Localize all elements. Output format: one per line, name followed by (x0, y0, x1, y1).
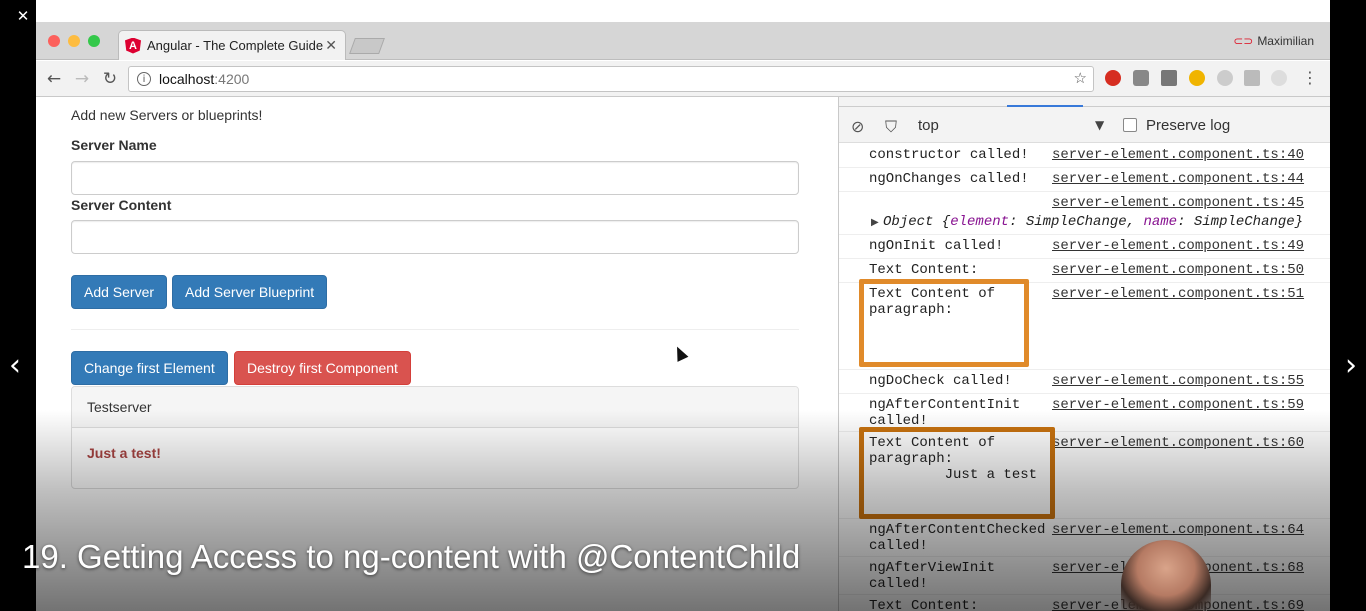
context-selector[interactable]: top (918, 117, 939, 134)
url-host: localhost (159, 71, 215, 87)
profile-icon: ⊂⊃ (1233, 34, 1254, 48)
browser-toolbar: ← → ↻ i localhost :4200 ☆ ⋮ (36, 61, 1330, 97)
vue-extension-icon[interactable] (1244, 70, 1260, 86)
console-row: ngAfterContentChecked called! server-ele… (839, 519, 1330, 557)
object-key: element (950, 214, 1010, 230)
server-name-input[interactable] (71, 161, 799, 195)
console-source-link[interactable]: server-element.component.ts:50 (1052, 262, 1304, 278)
devtools-panel: ⊘ ⛉ top ▼ Preserve log constructor calle… (838, 97, 1330, 611)
app-page: Add new Servers or blueprints! Server Na… (36, 97, 838, 611)
object-key: name (1143, 214, 1178, 230)
info-icon[interactable]: i (137, 72, 151, 86)
highlight-box (859, 427, 1055, 519)
devtools-tab-strip (839, 97, 1330, 107)
clear-console-icon[interactable]: ⊘ (851, 117, 864, 136)
add-server-blueprint-button[interactable]: Add Server Blueprint (172, 275, 328, 309)
add-server-button[interactable]: Add Server (71, 275, 168, 309)
mouse-cursor-icon (671, 344, 689, 362)
tab-close-icon[interactable]: ✕ (325, 37, 337, 54)
console-message: ngAfterContentInit called! (869, 397, 1021, 429)
back-arrow-icon[interactable]: ← (42, 67, 66, 91)
object-value: : SimpleChange} (1177, 214, 1304, 230)
object-value: : SimpleChange, (1009, 214, 1144, 230)
filter-icon[interactable]: ⛉ (885, 117, 897, 137)
console-source-link[interactable]: server-element.component.ts:59 (1052, 397, 1304, 413)
change-first-element-button[interactable]: Change first Element (71, 351, 228, 385)
console-row: ngOnChanges called! server-element.compo… (839, 168, 1330, 192)
server-content-label: Server Content (71, 197, 172, 213)
console-message: ngAfterContentChecked called! (869, 522, 1046, 554)
console-source-link[interactable]: server-element.component.ts:64 (1052, 522, 1304, 538)
window-minimize-dot[interactable] (68, 35, 80, 47)
console-row: server-element.component.ts:45 ▶ Object … (839, 192, 1330, 235)
color-picker-extension-icon[interactable] (1133, 70, 1149, 86)
destroy-first-component-button[interactable]: Destroy first Component (234, 351, 411, 385)
address-bar[interactable]: i localhost :4200 ☆ (128, 66, 1094, 92)
console-row: constructor called! server-element.compo… (839, 144, 1330, 168)
cast-extension-icon[interactable] (1271, 70, 1287, 86)
console-source-link[interactable]: server-element.component.ts:60 (1052, 435, 1304, 451)
panel-heading: Testserver (72, 387, 798, 428)
reload-icon[interactable]: ↻ (98, 67, 122, 91)
object-prefix: Object { (883, 214, 951, 230)
panel-body-text: Just a test! (87, 445, 161, 461)
window-maximize-dot[interactable] (88, 35, 100, 47)
console-source-link[interactable]: server-element.component.ts:40 (1052, 147, 1304, 163)
previous-lecture-arrow-icon[interactable]: ‹ (0, 340, 30, 390)
highlight-box (859, 279, 1029, 367)
divider (71, 329, 799, 330)
profile-name: Maximilian (1257, 34, 1314, 48)
browser-tab-active[interactable]: A Angular - The Complete Guide ✕ (118, 30, 346, 60)
video-player: ✕ ❐ — ‹ › A Angular - The Complete Guide… (0, 0, 1366, 611)
page-intro-text: Add new Servers or blueprints! (71, 107, 263, 123)
context-dropdown-caret-icon[interactable]: ▼ (1095, 118, 1104, 132)
console-row: ngAfterViewInit called! server-element.c… (839, 557, 1330, 595)
console-message: constructor called! (869, 147, 1029, 163)
jb-extension-icon[interactable] (1161, 70, 1177, 86)
console-source-link[interactable]: server-element.component.ts:49 (1052, 238, 1304, 254)
server-element-panel: Testserver Just a test! (71, 386, 799, 489)
forward-arrow-icon[interactable]: → (70, 67, 94, 91)
console-message: ngDoCheck called! (869, 373, 1012, 389)
next-lecture-arrow-icon[interactable]: › (1336, 340, 1366, 390)
tab-title: Angular - The Complete Guide (147, 38, 324, 53)
bookmark-star-icon[interactable]: ☆ (1074, 69, 1087, 87)
server-content-input[interactable] (71, 220, 799, 254)
console-message: ngOnChanges called! (869, 171, 1029, 187)
console-source-link[interactable]: server-element.component.ts:51 (1052, 286, 1304, 302)
video-top-margin (138, 0, 1330, 22)
console-message: ngAfterViewInit called! (869, 560, 996, 592)
video-frame: A Angular - The Complete Guide ✕ ⊂⊃ Maxi… (36, 0, 1330, 611)
console-source-link[interactable]: server-element.component.ts:44 (1052, 171, 1304, 187)
console-row: Text Content: server-element.component.t… (839, 595, 1330, 611)
console-source-link[interactable]: server-element.component.ts:45 (1052, 195, 1304, 211)
lecture-caption: 19. Getting Access to ng-content with @C… (22, 538, 801, 575)
angular-logo-icon: A (125, 37, 141, 54)
new-tab-button[interactable] (349, 38, 385, 54)
browser-menu-icon[interactable]: ⋮ (1302, 68, 1318, 87)
preserve-log-checkbox[interactable] (1123, 118, 1137, 132)
preserve-log-label: Preserve log (1146, 117, 1231, 134)
console-filter-bar: ⊘ ⛉ top ▼ Preserve log (839, 107, 1330, 143)
moon-extension-icon[interactable] (1189, 70, 1205, 86)
console-object-preview[interactable]: Object {element: SimpleChange, name: Sim… (883, 214, 1303, 230)
browser-tab-bar: A Angular - The Complete Guide ✕ ⊂⊃ Maxi… (36, 22, 1330, 60)
gear-extension-icon[interactable] (1217, 70, 1233, 86)
profile-button[interactable]: ⊂⊃ Maximilian (1233, 34, 1314, 48)
console-message: ngOnInit called! (869, 238, 1004, 254)
console-source-link[interactable]: server-element.component.ts:55 (1052, 373, 1304, 389)
console-message: Text Content: (869, 262, 979, 278)
opera-extension-icon[interactable] (1105, 70, 1121, 86)
console-message: Text Content: (869, 598, 979, 611)
console-row: ngOnInit called! server-element.componen… (839, 235, 1330, 259)
server-name-label: Server Name (71, 137, 157, 153)
expand-triangle-icon[interactable]: ▶ (871, 215, 879, 231)
url-port: :4200 (214, 71, 250, 87)
console-row: ngDoCheck called! server-element.compone… (839, 370, 1330, 394)
window-close-dot[interactable] (48, 35, 60, 47)
